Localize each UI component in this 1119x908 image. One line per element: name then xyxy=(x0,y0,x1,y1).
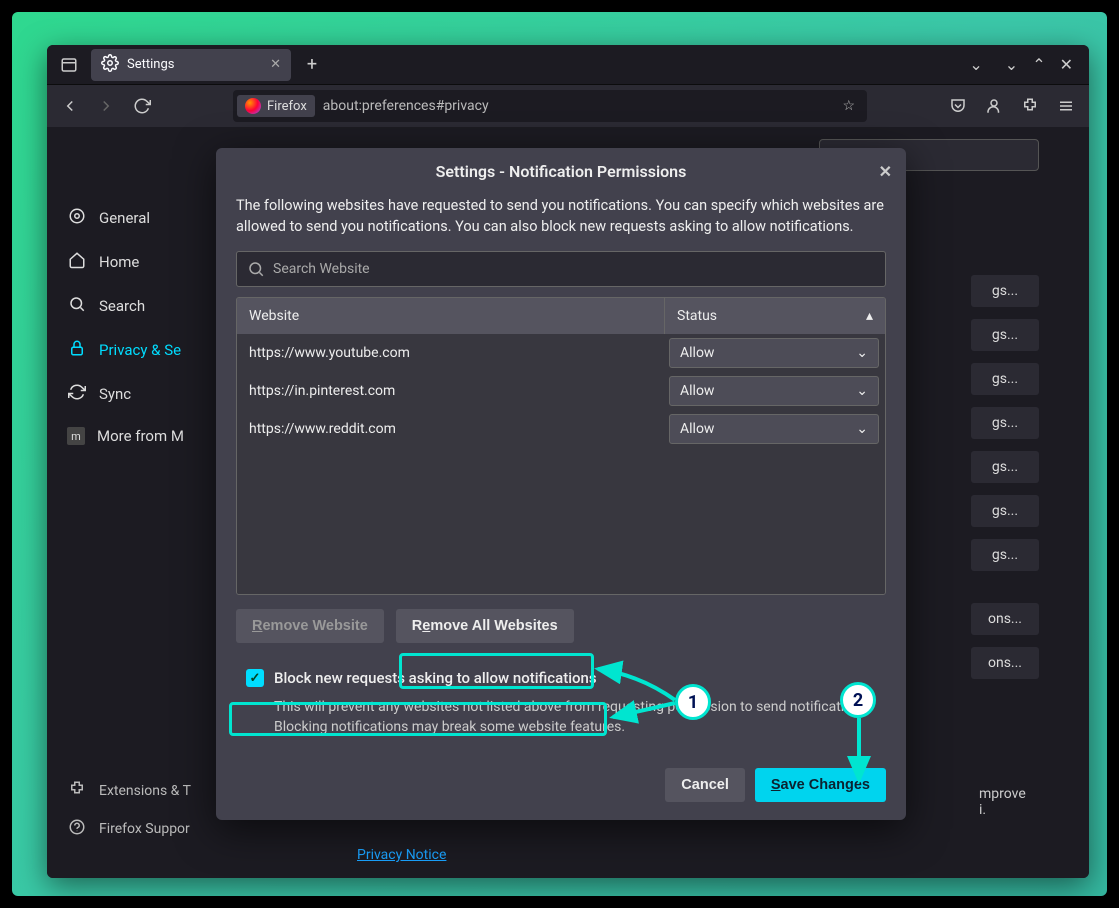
sidebar-item-label: Home xyxy=(99,253,139,271)
search-icon xyxy=(67,295,87,317)
sidebar-item-label: Privacy & Se xyxy=(99,341,181,359)
window-controls: ⌄ ⌃ ✕ xyxy=(995,55,1083,74)
reload-button[interactable] xyxy=(127,91,157,121)
dialog-description: The following websites have requested to… xyxy=(236,195,886,237)
mozilla-icon: m xyxy=(67,427,85,445)
extensions-icon[interactable] xyxy=(1015,91,1045,121)
url-bar[interactable]: Firefox about:preferences#privacy ☆ xyxy=(233,90,867,122)
search-website-input[interactable]: Search Website xyxy=(236,251,886,287)
firefox-label: Firefox xyxy=(267,99,307,114)
bg-exceptions-button[interactable]: ons... xyxy=(971,647,1039,679)
notification-permissions-dialog: Settings - Notification Permissions ✕ Th… xyxy=(216,148,906,820)
nav-bar: Firefox about:preferences#privacy ☆ xyxy=(47,85,1089,127)
block-new-requests-row[interactable]: ✓ Block new requests asking to allow not… xyxy=(236,663,886,693)
bg-text: mprove i. xyxy=(979,786,1039,818)
bg-settings-button[interactable]: gs... xyxy=(971,451,1039,483)
tab-close-icon[interactable]: ✕ xyxy=(270,57,281,72)
sidebar-item-label: Firefox Suppor xyxy=(99,821,190,837)
bg-settings-button[interactable]: gs... xyxy=(971,495,1039,527)
bookmark-star-icon[interactable]: ☆ xyxy=(834,98,863,114)
block-label: Block new requests asking to allow notif… xyxy=(274,669,597,687)
firefox-logo-icon xyxy=(245,98,261,114)
column-status[interactable]: Status ▴ xyxy=(665,298,885,334)
search-icon xyxy=(247,260,265,278)
table-header: Website Status ▴ xyxy=(237,298,885,334)
help-icon xyxy=(67,818,87,840)
chevron-down-icon: ⌄ xyxy=(856,421,868,437)
status-select[interactable]: Allow ⌄ xyxy=(669,376,879,406)
site-url: https://in.pinterest.com xyxy=(237,383,669,399)
status-select[interactable]: Allow ⌄ xyxy=(669,414,879,444)
table-row[interactable]: https://www.youtube.com Allow ⌄ xyxy=(237,334,885,372)
sort-icon: ▴ xyxy=(866,308,873,324)
sidebar-toggle-icon[interactable] xyxy=(53,51,85,79)
tab-title: Settings xyxy=(127,57,174,72)
chevron-down-icon: ⌄ xyxy=(856,383,868,399)
bg-settings-button[interactable]: gs... xyxy=(971,363,1039,395)
privacy-notice-link[interactable]: Privacy Notice xyxy=(357,847,446,863)
firefox-badge: Firefox xyxy=(237,95,315,117)
site-url: https://www.reddit.com xyxy=(237,421,669,437)
cancel-button[interactable]: Cancel xyxy=(665,768,745,802)
bg-exceptions-button[interactable]: ons... xyxy=(971,603,1039,635)
remove-website-button[interactable]: Remove Website xyxy=(236,609,384,643)
table-body: https://www.youtube.com Allow ⌄ https://… xyxy=(237,334,885,594)
bg-settings-button[interactable]: gs... xyxy=(971,275,1039,307)
minimize-icon[interactable]: ⌄ xyxy=(1005,55,1018,74)
bg-settings-button[interactable]: gs... xyxy=(971,539,1039,571)
tab-bar: Settings ✕ + ⌄ ⌄ ⌃ ✕ xyxy=(47,45,1089,85)
home-icon xyxy=(67,251,87,273)
sidebar-item-label: Extensions & T xyxy=(99,783,191,799)
sidebar-item-label: General xyxy=(99,209,150,227)
gear-icon xyxy=(101,54,119,76)
column-website[interactable]: Website xyxy=(237,298,665,334)
tabs-dropdown-icon[interactable]: ⌄ xyxy=(963,55,988,74)
block-note: This will prevent any websites not liste… xyxy=(236,693,886,738)
search-placeholder: Search Website xyxy=(273,261,370,277)
dialog-footer: Cancel Save Changes xyxy=(216,754,906,820)
forward-button[interactable] xyxy=(91,91,121,121)
dialog-close-button[interactable]: ✕ xyxy=(879,162,892,181)
chevron-down-icon: ⌄ xyxy=(856,345,868,361)
dialog-title: Settings - Notification Permissions xyxy=(436,162,687,181)
permissions-table: Website Status ▴ https://www.youtube.com… xyxy=(236,297,886,595)
bg-settings-button[interactable]: gs... xyxy=(971,319,1039,351)
gear-icon xyxy=(67,207,87,229)
dialog-header: Settings - Notification Permissions ✕ xyxy=(216,148,906,195)
close-window-icon[interactable]: ✕ xyxy=(1060,55,1073,74)
block-checkbox[interactable]: ✓ xyxy=(246,669,264,687)
sidebar-item-label: Sync xyxy=(99,385,131,403)
site-url: https://www.youtube.com xyxy=(237,345,669,361)
bg-settings-button[interactable]: gs... xyxy=(971,407,1039,439)
sidebar-item-label: Search xyxy=(99,297,145,315)
remove-all-websites-button[interactable]: Remove All Websites xyxy=(396,609,574,643)
sidebar-item-label: More from M xyxy=(97,427,184,445)
pocket-icon[interactable] xyxy=(943,91,973,121)
status-select[interactable]: Allow ⌄ xyxy=(669,338,879,368)
sync-icon xyxy=(67,383,87,405)
browser-tab[interactable]: Settings ✕ xyxy=(91,49,291,81)
table-row[interactable]: https://www.reddit.com Allow ⌄ xyxy=(237,410,885,448)
table-row[interactable]: https://in.pinterest.com Allow ⌄ xyxy=(237,372,885,410)
menu-icon[interactable] xyxy=(1051,91,1081,121)
account-icon[interactable] xyxy=(979,91,1009,121)
save-changes-button[interactable]: Save Changes xyxy=(755,768,886,802)
maximize-icon[interactable]: ⌃ xyxy=(1032,55,1045,74)
back-button[interactable] xyxy=(55,91,85,121)
new-tab-button[interactable]: + xyxy=(297,54,327,75)
url-text: about:preferences#privacy xyxy=(315,98,489,114)
puzzle-icon xyxy=(67,780,87,802)
lock-icon xyxy=(67,339,87,361)
